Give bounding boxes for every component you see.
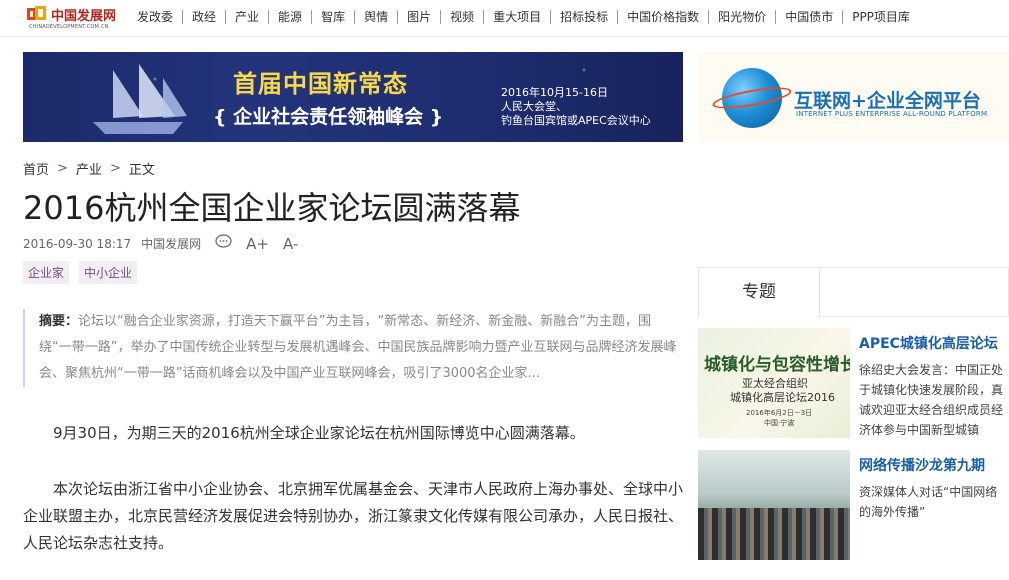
sidebar-tabs: 专题 [698,267,1009,318]
font-increase-icon[interactable]: A+ [246,235,269,253]
banner-date-venue: 2016年10月15-16日 人民大会堂、 钓鱼台国宾馆或APEC会议中心 [501,86,651,127]
sailing-ship-icon [93,64,187,134]
article-tags: 企业家 中小企业 [23,261,147,284]
article-title: 2016杭州全国企业家论坛圆满落幕 [23,189,521,227]
tag-zhongxiao-qiye[interactable]: 中小企业 [79,261,138,284]
topic-card[interactable]: 城镇化与包容性增长 亚太经合组织 城镇化高层论坛2016 2016年6月2日－3… [698,328,1009,438]
banner-title: 首届中国新常态 [233,70,408,98]
breadcrumb: 首页 > 产业 > 正文 [23,159,155,178]
nav-item-chanye[interactable]: 产业 [225,10,268,24]
nav-item-nengyuan[interactable]: 能源 [268,10,311,24]
nav-item-zhiku[interactable]: 智库 [311,10,354,24]
topic-title[interactable]: APEC城镇化高层论坛 [859,333,998,353]
chevron-right-icon: > [109,161,121,176]
nav-item-shipin[interactable]: 视频 [440,10,483,24]
nav-item-tupian[interactable]: 图片 [397,10,440,24]
banner-subtitle: { 企业社会责任领袖峰会 } [213,106,444,128]
tab-zhuanti[interactable]: 专题 [699,268,820,318]
nav-item-yangguang-wujia[interactable]: 阳光物价 [708,10,775,24]
nav-item-zhengjing[interactable]: 政经 [182,10,225,24]
article-meta: 2016-09-30 18:17 中国发展网 A+ A- [23,234,298,253]
article-paragraph: 本次论坛由浙江省中小企业协会、北京拥军优属基金会、天津市人民政府上海办事处、全球… [23,480,684,552]
article-datetime: 2016-09-30 18:17 [23,236,132,251]
logo-text: 中国发展网 [51,9,117,24]
nav-item-yuqing[interactable]: 舆情 [354,10,397,24]
top-navigation: 中国发展网 CHINADEVELOPMENT.COM.CN 发改委 政经 产业 … [0,0,1009,37]
logo-mark-icon [27,6,47,22]
summary-label: 摘要： [39,314,79,329]
topic-thumbnail[interactable] [698,450,850,560]
nav-item-zhongda-xiangmu[interactable]: 重大项目 [483,10,550,24]
topic-title[interactable]: 网络传播沙龙第九期 [859,455,985,475]
nav-item-zhaishi[interactable]: 中国债市 [775,10,842,24]
breadcrumb-section[interactable]: 产业 [76,159,102,178]
font-decrease-icon[interactable]: A- [283,235,298,253]
topic-description: 徐绍史大会发言：中国正处于城镇化快速发展阶段，真诚欢迎亚太经合组织成员经济体参与… [859,363,1004,437]
nav-item-ppp[interactable]: PPP项目库 [842,10,919,24]
comment-icon[interactable] [215,234,232,253]
topic-thumbnail[interactable]: 城镇化与包容性增长 亚太经合组织 城镇化高层论坛2016 2016年6月2日－3… [698,328,850,438]
nav-item-fagaiwei[interactable]: 发改委 [128,10,182,24]
article-summary: 摘要：论坛以“融合企业家资源，打造天下赢平台”为主旨，“新常态、新经济、新金融、… [23,309,683,387]
banner-right-subtitle: INTERNET PLUS ENTERPRISE ALL-ROUND PLATF… [796,110,988,118]
nav-item-price-index[interactable]: 中国价格指数 [617,10,708,24]
tag-qiyejia[interactable]: 企业家 [23,261,70,284]
banner-right-title: 互联网+企业全网平台 [794,90,981,112]
internet-plus-banner[interactable]: 互联网+企业全网平台 INTERNET PLUS ENTERPRISE ALL-… [698,52,1009,142]
chevron-right-icon: > [57,161,68,176]
nav-item-zhaobiao[interactable]: 招标投标 [550,10,617,24]
site-logo[interactable]: 中国发展网 CHINADEVELOPMENT.COM.CN [27,5,127,33]
article-source: 中国发展网 [141,237,202,251]
summit-banner[interactable]: 首届中国新常态 { 企业社会责任领袖峰会 } 2016年10月15-16日 人民… [23,52,683,142]
topic-card[interactable]: 网络传播沙龙第九期 资深媒体人对话“中国网络的海外传播” [698,450,1009,560]
summary-text: 论坛以“融合企业家资源，打造天下赢平台”为主旨，“新常态、新经济、新金融、新融合… [39,314,677,381]
article-paragraph: 9月30日，为期三天的2016杭州全球企业家论坛在杭州国际博览中心圆满落幕。 [53,424,585,442]
topic-description: 资深媒体人对话“中国网络的海外传播” [859,485,998,519]
nav-menu: 发改委 政经 产业 能源 智库 舆情 图片 视频 重大项目 招标投标 中国价格指… [128,10,919,24]
logo-subtext: CHINADEVELOPMENT.COM.CN [29,24,109,30]
breadcrumb-home[interactable]: 首页 [23,159,49,178]
breadcrumb-current: 正文 [128,163,155,178]
